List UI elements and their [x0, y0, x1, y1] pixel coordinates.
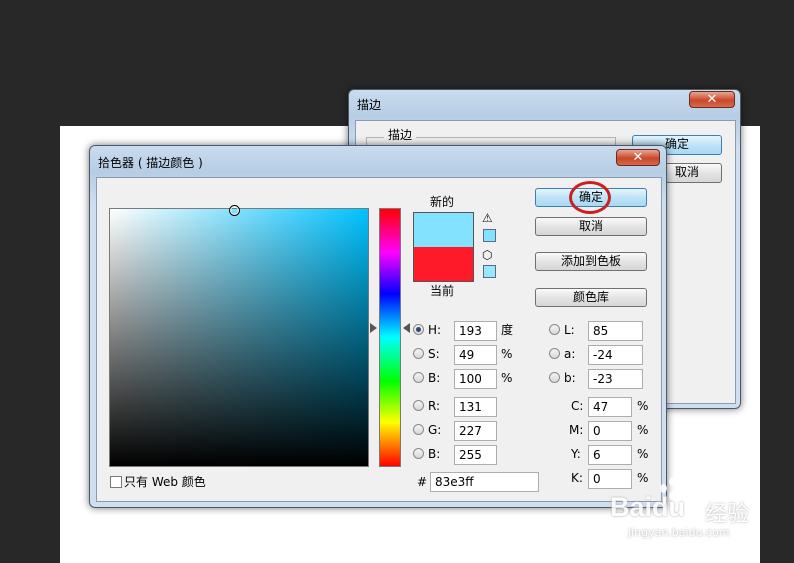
web-safe-cube-icon[interactable]: ⬡	[482, 249, 492, 262]
blue-input[interactable]: 255	[454, 445, 497, 465]
add-to-swatches-button[interactable]: 添加到色板	[535, 252, 647, 271]
color-field-brightness-layer	[110, 209, 368, 466]
green-radio[interactable]	[413, 424, 424, 435]
saturation-unit: %	[501, 347, 513, 361]
lab-a-radio[interactable]	[549, 348, 560, 359]
hex-input[interactable]: 83e3ff	[430, 472, 539, 492]
hue-slider-right-arrow[interactable]	[403, 323, 410, 333]
brightness-unit: %	[501, 371, 513, 385]
hue-label: H:	[428, 323, 442, 337]
blue-label: B:	[428, 447, 441, 461]
hue-radio[interactable]	[413, 324, 424, 335]
new-color-label: 新的	[430, 195, 455, 209]
brightness-input[interactable]: 100	[454, 369, 497, 389]
cyan-input[interactable]: 47	[588, 397, 632, 417]
magenta-unit: %	[637, 423, 649, 437]
green-label: G:	[428, 423, 442, 437]
color-picker-body: 新的 当前 ⚠ ⬡ 确定 取消 添加到色板 颜色库 H: 193 度 S: 49…	[96, 177, 662, 502]
stroke-dialog-title: 描边	[357, 98, 382, 112]
cyan-label: C:	[571, 399, 584, 413]
color-preview	[413, 212, 474, 282]
color-picker-title: 拾色器 ( 描边颜色 )	[98, 156, 203, 170]
lab-l-radio[interactable]	[549, 324, 560, 335]
lab-b-label: b:	[564, 371, 576, 385]
red-label: R:	[428, 399, 441, 413]
stroke-group-label: 描边	[384, 126, 417, 144]
lab-l-input[interactable]: 85	[588, 321, 643, 341]
watermark-brand: Baidu	[610, 492, 686, 522]
brightness-radio[interactable]	[413, 372, 424, 383]
saturation-label: S:	[428, 347, 440, 361]
current-color-swatch[interactable]	[414, 247, 473, 281]
current-color-label: 当前	[430, 284, 455, 298]
lab-a-label: a:	[564, 347, 576, 361]
ok-button-highlight-circle	[569, 181, 611, 214]
cyan-unit: %	[637, 399, 649, 413]
color-field[interactable]	[109, 205, 369, 467]
color-picker-dialog: 拾色器 ( 描边颜色 ) ✕ 新的 当前 ⚠ ⬡ 确定 取消 添加到色板 颜色库	[89, 145, 667, 508]
watermark-url: jingyan.baidu.com	[628, 526, 730, 539]
brightness-label: B:	[428, 371, 441, 385]
hue-slider[interactable]	[379, 208, 401, 467]
black-label: K:	[571, 471, 583, 485]
lab-b-input[interactable]: -23	[588, 369, 643, 389]
web-colors-only-checkbox[interactable]	[110, 476, 122, 488]
hue-input[interactable]: 193	[454, 321, 497, 341]
red-input[interactable]: 131	[454, 397, 497, 417]
saturation-radio[interactable]	[413, 348, 424, 359]
saturation-input[interactable]: 49	[454, 345, 497, 365]
web-colors-only-label: 只有 Web 颜色	[124, 475, 206, 489]
lab-b-radio[interactable]	[549, 372, 560, 383]
color-field-marker[interactable]	[229, 205, 240, 216]
blue-radio[interactable]	[413, 448, 424, 459]
lab-a-input[interactable]: -24	[588, 345, 643, 365]
stroke-dialog-close-button[interactable]: ✕	[689, 91, 735, 108]
magenta-input[interactable]: 0	[588, 421, 632, 441]
baidu-jingyan-watermark: Baidu 经验 jingyan.baidu.com	[610, 477, 780, 544]
lab-l-label: L:	[564, 323, 575, 337]
out-of-gamut-warning-icon[interactable]: ⚠	[482, 212, 493, 225]
green-input[interactable]: 227	[454, 421, 497, 441]
web-safe-swatch[interactable]	[483, 265, 496, 278]
watermark-brand-cn: 经验	[705, 502, 750, 527]
cancel-button[interactable]: 取消	[535, 217, 647, 236]
new-color-swatch	[414, 213, 473, 247]
magenta-label: M:	[569, 423, 584, 437]
yellow-label: Y:	[571, 447, 581, 461]
yellow-unit: %	[637, 447, 649, 461]
hue-unit: 度	[501, 323, 514, 337]
hex-label: #	[417, 475, 428, 489]
color-libraries-button[interactable]: 颜色库	[535, 288, 647, 307]
red-radio[interactable]	[413, 400, 424, 411]
gamut-correction-swatch[interactable]	[483, 229, 496, 242]
yellow-input[interactable]: 6	[588, 445, 632, 465]
hue-slider-left-arrow[interactable]	[370, 323, 377, 333]
color-picker-close-button[interactable]: ✕	[616, 149, 660, 166]
